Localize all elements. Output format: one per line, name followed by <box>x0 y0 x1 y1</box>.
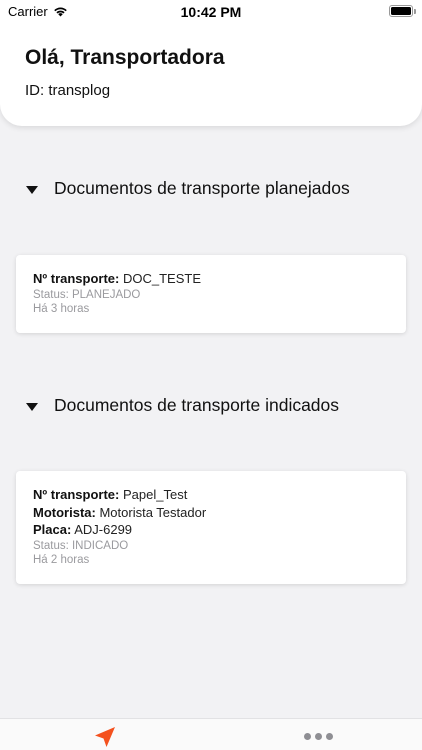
section-indicated-toggle[interactable]: Documentos de transporte indicados <box>26 395 339 416</box>
plate-label: Placa: <box>33 522 72 537</box>
indicated-document-card[interactable]: Nº transporte: Papel_Test Motorista: Mot… <box>16 471 406 584</box>
header-card: Carrier 10:42 PM Olá, Transportadora ID:… <box>0 0 422 126</box>
driver-row: Motorista: Motorista Testador <box>33 504 389 522</box>
transport-number-value: DOC_TESTE <box>123 271 202 286</box>
driver-label: Motorista: <box>33 504 96 520</box>
transport-number-value: Papel_Test <box>123 487 188 502</box>
plate-value: ADJ-6299 <box>74 522 133 537</box>
planned-document-card[interactable]: Nº transporte: DOC_TESTE Status: PLANEJA… <box>16 255 406 333</box>
transport-number-row: Nº transporte: DOC_TESTE <box>33 270 389 288</box>
transport-number-label: Nº transporte: <box>33 271 120 286</box>
caret-down-icon <box>26 185 38 194</box>
time-ago: Há 3 horas <box>33 303 90 315</box>
section-planned-title: Documentos de transporte planejados <box>54 178 350 198</box>
section-planned-toggle[interactable]: Documentos de transporte planejados <box>26 178 350 199</box>
time-ago: Há 2 horas <box>33 554 90 566</box>
plate-row: Placa: ADJ-6299 <box>33 521 389 539</box>
user-id: ID: transplog <box>25 82 111 99</box>
transport-number-label: Nº transporte: <box>33 487 120 502</box>
status-time: 10:42 PM <box>180 4 242 20</box>
greeting-title: Olá, Transportadora <box>25 46 225 69</box>
status-bar: Carrier 10:42 PM <box>0 0 422 22</box>
status-text: Status: INDICADO <box>33 539 129 552</box>
battery-icon <box>389 5 416 17</box>
caret-down-icon <box>26 402 38 411</box>
navigation-arrow-icon[interactable] <box>93 725 117 749</box>
status-text: Status: PLANEJADO <box>33 288 141 301</box>
more-dots-icon[interactable] <box>304 733 333 740</box>
transport-number-row: Nº transporte: Papel_Test <box>33 486 389 504</box>
driver-value: Motorista Testador <box>99 504 207 520</box>
section-indicated-title: Documentos de transporte indicados <box>54 395 340 415</box>
tab-bar <box>0 718 422 750</box>
